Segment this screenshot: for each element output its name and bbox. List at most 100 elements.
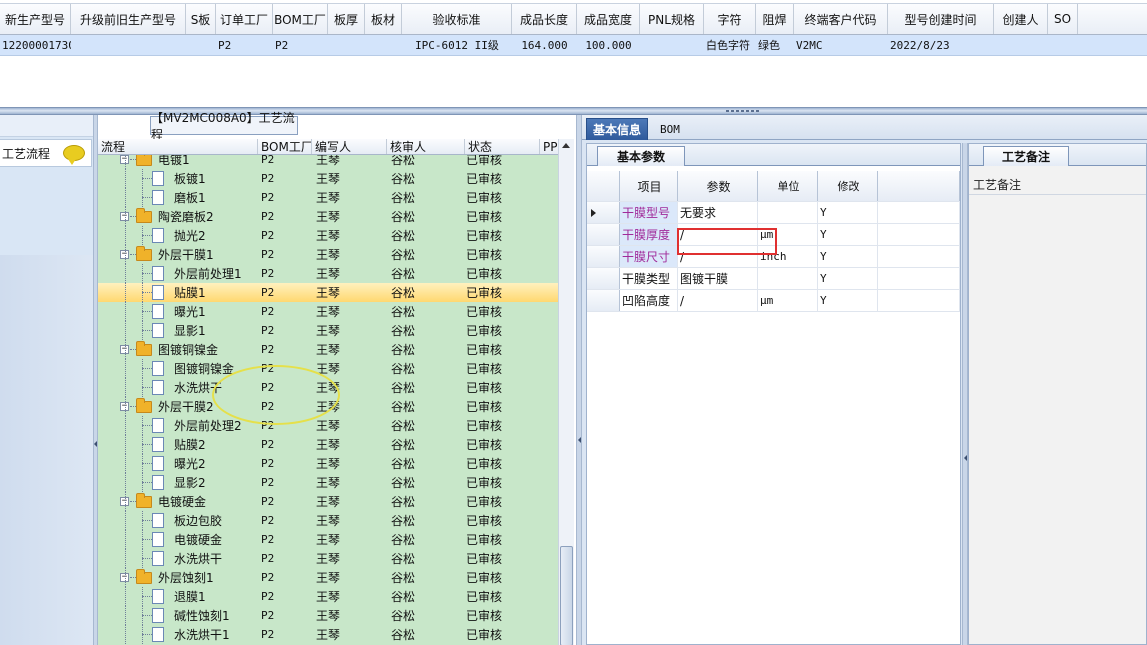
tree-row[interactable]: 贴膜2 P2 王琴 谷松 已审核 — [98, 435, 558, 454]
tree-row[interactable]: 贴膜1 P2 王琴 谷松 已审核 — [98, 283, 558, 302]
column-header[interactable]: 字符 — [704, 4, 756, 34]
process-name[interactable]: 图镀铜镍金 — [174, 359, 234, 378]
tree-row[interactable]: 板边包胶 P2 王琴 谷松 已审核 — [98, 511, 558, 530]
grid-cell[interactable] — [640, 35, 704, 55]
tree-row[interactable]: 碱性蚀刻1 P2 王琴 谷松 已审核 — [98, 606, 558, 625]
params-column-header[interactable]: 参数 — [678, 171, 758, 201]
product-grid-row[interactable]: 12200001730 P2 P2 IPC-6012 II级 164.000 100.00… — [0, 35, 1147, 56]
tree-row[interactable]: 抛光2 P2 王琴 谷松 已审核 — [98, 226, 558, 245]
grid-cell[interactable] — [1048, 35, 1078, 55]
process-name[interactable]: 贴膜1 — [174, 283, 206, 302]
tree-row[interactable]: − 外层干膜1 P2 王琴 谷松 已审核 — [98, 245, 558, 264]
grid-cell[interactable]: P2 — [273, 35, 328, 55]
column-header[interactable]: 新生产型号 — [0, 4, 71, 34]
param-modified[interactable]: Y — [818, 290, 878, 311]
process-name[interactable]: 外层干膜2 — [158, 397, 214, 416]
tree-row[interactable]: − 图镀铜镍金 P2 王琴 谷松 已审核 — [98, 340, 558, 359]
tree-column-header[interactable]: BOM工厂 — [258, 139, 312, 154]
column-header[interactable]: SO — [1048, 4, 1078, 34]
param-row[interactable]: 凹陷高度 / μm Y — [587, 290, 960, 312]
tree-column-header[interactable]: 编写人 — [312, 139, 387, 154]
process-name[interactable]: 板镀1 — [174, 169, 206, 188]
param-modified[interactable]: Y — [818, 246, 878, 267]
tree-row[interactable]: 显影1 P2 王琴 谷松 已审核 — [98, 321, 558, 340]
tree-row[interactable]: 图镀铜镍金 P2 王琴 谷松 已审核 — [98, 359, 558, 378]
process-tree-scrollbar[interactable] — [558, 139, 574, 645]
process-name[interactable]: 电镀硬金 — [158, 492, 206, 511]
process-name[interactable]: 显影2 — [174, 473, 206, 492]
tab-basic-params[interactable]: 基本参数 — [597, 146, 685, 166]
tree-column-header[interactable]: 流程 — [98, 139, 258, 154]
process-name[interactable]: 曝光1 — [174, 302, 206, 321]
param-modified[interactable]: Y — [818, 202, 878, 223]
process-name[interactable]: 贴膜2 — [174, 435, 206, 454]
column-header[interactable]: 创建人 — [994, 4, 1048, 34]
process-name[interactable]: 板边包胶 — [174, 511, 222, 530]
grid-cell[interactable]: 12200001730 — [0, 35, 71, 55]
column-header[interactable]: BOM工厂 — [273, 4, 328, 34]
process-name[interactable]: 外层蚀刻1 — [158, 568, 214, 587]
column-header[interactable]: PNL规格 — [640, 4, 704, 34]
process-name[interactable]: 水洗烘干 — [174, 549, 222, 568]
tree-row[interactable]: − 陶瓷磨板2 P2 王琴 谷松 已审核 — [98, 207, 558, 226]
params-column-header[interactable]: 单位 — [758, 171, 818, 201]
process-name[interactable]: 显影1 — [174, 321, 206, 340]
process-name[interactable]: 外层前处理1 — [174, 264, 242, 283]
tree-row[interactable]: 电镀硬金 P2 王琴 谷松 已审核 — [98, 530, 558, 549]
param-modified[interactable]: Y — [818, 268, 878, 289]
grid-cell[interactable]: 2022/8/23 — [888, 35, 994, 55]
process-name[interactable]: 外层干膜1 — [158, 245, 214, 264]
column-header[interactable]: 成品长度 — [512, 4, 577, 34]
param-item[interactable]: 干膜型号 — [620, 202, 678, 223]
process-name[interactable]: 电镀1 — [158, 155, 190, 169]
param-item[interactable]: 干膜厚度 — [620, 224, 678, 245]
collapse-middle-arrow-icon[interactable] — [578, 437, 581, 443]
column-header[interactable]: 订单工厂 — [216, 4, 273, 34]
process-name[interactable]: 图镀铜镍金 — [158, 340, 218, 359]
grid-cell[interactable] — [365, 35, 402, 55]
process-name[interactable]: 外层前处理2 — [174, 416, 242, 435]
grid-cell[interactable]: 164.000 — [512, 35, 577, 55]
process-name[interactable]: 抛光2 — [174, 226, 206, 245]
param-item[interactable]: 干膜尺寸 — [620, 246, 678, 267]
process-name[interactable]: 电镀硬金 — [174, 530, 222, 549]
tab-bom[interactable]: BOM — [654, 118, 686, 140]
param-row[interactable]: 干膜型号 无要求 Y — [587, 202, 960, 224]
column-header[interactable]: 升级前旧生产型号 — [71, 4, 186, 34]
grid-cell[interactable]: 100.000 — [577, 35, 640, 55]
tree-column-header[interactable]: 核审人 — [387, 139, 465, 154]
tree-row[interactable]: 曝光2 P2 王琴 谷松 已审核 — [98, 454, 558, 473]
tree-row[interactable]: 退膜1 P2 王琴 谷松 已审核 — [98, 587, 558, 606]
tree-row[interactable]: 磨板1 P2 王琴 谷松 已审核 — [98, 188, 558, 207]
tree-row[interactable]: 水洗烘干 P2 王琴 谷松 已审核 — [98, 549, 558, 568]
params-column-header[interactable]: 项目 — [620, 171, 678, 201]
tree-row[interactable]: − 外层蚀刻1 P2 王琴 谷松 已审核 — [98, 568, 558, 587]
param-modified[interactable]: Y — [818, 224, 878, 245]
tree-row[interactable]: 曝光1 P2 王琴 谷松 已审核 — [98, 302, 558, 321]
tree-row[interactable]: 外层前处理2 P2 王琴 谷松 已审核 — [98, 416, 558, 435]
grid-cell[interactable] — [186, 35, 216, 55]
tree-row[interactable]: 板镀1 P2 王琴 谷松 已审核 — [98, 169, 558, 188]
column-header[interactable]: 型号创建时间 — [888, 4, 994, 34]
grid-cell[interactable] — [994, 35, 1048, 55]
column-header[interactable]: 终端客户代码 — [794, 4, 888, 34]
column-header[interactable]: S板 — [186, 4, 216, 34]
column-header[interactable]: 验收标准 — [402, 4, 512, 34]
tree-row[interactable]: − 电镀硬金 P2 王琴 谷松 已审核 — [98, 492, 558, 511]
grid-cell[interactable]: IPC-6012 II级 — [402, 35, 512, 55]
collapse-right-arrow-icon[interactable] — [964, 455, 967, 461]
param-item[interactable]: 干膜类型 — [620, 268, 678, 289]
collapse-left-arrow-icon[interactable] — [94, 441, 97, 447]
column-header[interactable]: 阻焊 — [756, 4, 794, 34]
column-header[interactable]: 板材 — [365, 4, 402, 34]
param-value[interactable]: 无要求 — [678, 202, 758, 223]
process-name[interactable]: 陶瓷磨板2 — [158, 207, 214, 226]
grid-cell[interactable]: P2 — [216, 35, 273, 55]
column-header[interactable]: 成品宽度 — [577, 4, 640, 34]
process-name[interactable]: 退膜1 — [174, 587, 206, 606]
process-name[interactable]: 水洗烘干1 — [174, 625, 230, 644]
tree-row[interactable]: − 电镀1 P2 王琴 谷松 已审核 — [98, 155, 558, 169]
params-column-header[interactable]: 修改 — [818, 171, 878, 201]
grid-cell[interactable]: V2MC — [794, 35, 888, 55]
param-item[interactable]: 凹陷高度 — [620, 290, 678, 311]
